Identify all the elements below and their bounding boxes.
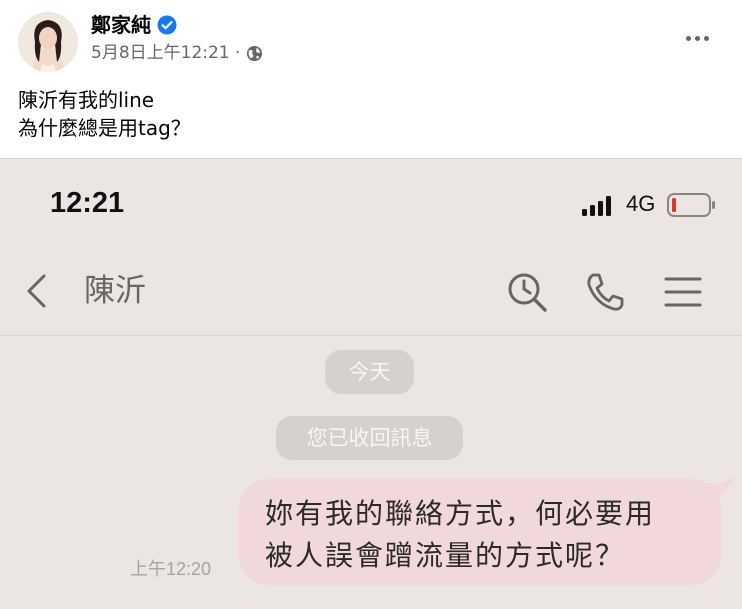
post-text-line: 為什麼總是用tag？ (18, 116, 191, 140)
attached-screenshot[interactable]: 12:21 4G 陳沂 今天 您已收回訊息 上午12:20 妳有我的聯絡方式，何… (0, 158, 742, 609)
post-text-line: 陳沂有我的line (18, 88, 155, 112)
message-line: 被人誤會蹭流量的方式呢？ (265, 539, 626, 572)
sent-message-bubble[interactable]: 妳有我的聯絡方式，何必要用 被人誤會蹭流量的方式呢？ (239, 479, 721, 585)
post-timestamp[interactable]: 5月8日上午12:21 · (91, 42, 240, 64)
system-notice: 您已收回訊息 (276, 416, 463, 460)
chat-contact-name[interactable]: 陳沂 (84, 271, 146, 311)
search-icon[interactable] (506, 271, 548, 313)
more-options-icon[interactable] (682, 26, 712, 50)
author-name[interactable]: 鄭家純 (91, 12, 151, 38)
chevron-left-icon[interactable] (22, 271, 52, 311)
phone-status-bar: 12:21 4G (0, 159, 742, 249)
post-text: 陳沂有我的line 為什麼總是用tag？ (18, 86, 191, 142)
message-line: 妳有我的聯絡方式，何必要用 (265, 497, 656, 530)
date-divider: 今天 (325, 350, 414, 394)
globe-icon[interactable] (246, 45, 263, 62)
status-time: 12:21 (50, 187, 125, 219)
phone-icon[interactable] (584, 271, 626, 313)
post-author[interactable]: 鄭家純 (91, 12, 177, 38)
avatar[interactable] (18, 12, 78, 72)
hamburger-menu-icon[interactable] (662, 271, 704, 313)
chat-header: 陳沂 (0, 249, 742, 336)
post-meta: 5月8日上午12:21 · (91, 42, 263, 64)
avatar-photo (18, 12, 78, 72)
facebook-post: 鄭家純 5月8日上午12:21 · 陳沂有我的line 為什麼總是用tag？ (0, 0, 742, 158)
signal-strength-icon (582, 196, 611, 216)
network-type: 4G (626, 191, 656, 216)
verified-badge-icon (157, 15, 177, 35)
battery-icon (667, 193, 715, 217)
message-timestamp: 上午12:20 (130, 559, 212, 579)
